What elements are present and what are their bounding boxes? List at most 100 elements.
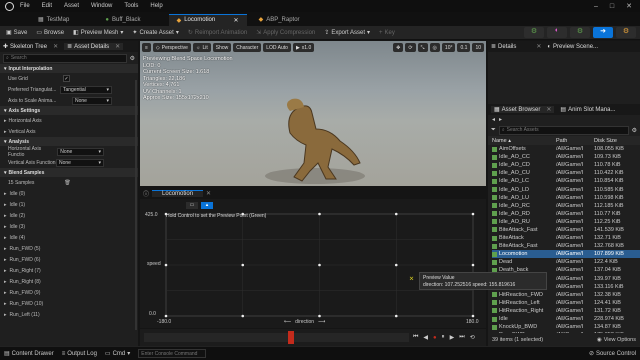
asset-row[interactable]: Idle_AO_LC/All/Game/I 110.854 KiB (492, 177, 640, 185)
asset-row[interactable]: HitReaction_Left/All/Game/I 124.41 KiB (492, 299, 640, 307)
viewport[interactable]: ≡ ◇ Perspective ☼ Lit Show Character LOD A… (140, 41, 486, 186)
skip-back-icon[interactable]: ⏮ (413, 334, 418, 341)
output-log-button[interactable]: ≡ Output Log (62, 351, 97, 357)
sample-item[interactable]: ▸ Idle (3) (0, 221, 138, 232)
tab-anim-slot-manager[interactable]: ▤ Anim Slot Mana... (560, 106, 615, 114)
sample-point[interactable] (318, 314, 321, 318)
close-icon[interactable]: ✕ (546, 106, 551, 113)
menu-item[interactable]: Edit (42, 3, 52, 9)
sample-item[interactable]: ▸ Idle (0) (0, 188, 138, 199)
tab-preview-scene[interactable]: ◐ Preview Scene... (547, 44, 598, 50)
tab-close-icon[interactable]: ✕ (206, 190, 211, 197)
sample-point[interactable] (241, 263, 245, 267)
prop-horizontal-axis[interactable]: ▸ Horizontal Axis (0, 115, 138, 126)
left-scrollbar[interactable] (135, 80, 137, 330)
asset-row[interactable]: Idle_AO_RU/All/Game/I 112.25 KiB (492, 218, 640, 226)
asset-row[interactable]: BiteAttack_Fast/All/Game/I 132.768 KiB (492, 242, 640, 250)
record-icon[interactable]: ● (433, 335, 437, 341)
close-icon[interactable]: ✕ (626, 2, 632, 10)
asset-row[interactable]: Locomotion/All/Game/I 107.899 KiB (492, 250, 640, 259)
asset-row[interactable]: Idle_AO_CU/All/Game/I 110.422 KiB (492, 169, 640, 177)
prop-vertical-axis[interactable]: ▸ Vertical Axis (0, 126, 138, 137)
sample-point[interactable] (164, 263, 168, 267)
timeline-playhead[interactable] (288, 331, 294, 344)
step-back-icon[interactable]: ◀ (423, 334, 428, 341)
pause-icon[interactable]: ⏸ (442, 334, 445, 341)
skip-forward-icon[interactable]: ⏭ (459, 334, 464, 341)
sample-item[interactable]: ▸ Run_Right (8) (0, 276, 138, 287)
close-icon[interactable]: ✕ (53, 43, 58, 50)
export-asset-button[interactable]: ⇪ Export Asset ▾ (320, 27, 374, 39)
blendspace-grid[interactable]: ✕ (140, 208, 486, 328)
sample-point[interactable] (471, 263, 475, 267)
maximize-icon[interactable]: □ (610, 3, 614, 10)
console-input[interactable]: Enter Console Command (138, 349, 207, 358)
animation-mode-icon[interactable]: ⚙ (570, 27, 590, 38)
sample-point[interactable] (394, 263, 398, 267)
tab-locomotion[interactable]: ◆ Locomotion ✕ (168, 13, 247, 26)
asset-row[interactable]: Dead/All/Game/I 122.4 KiB (492, 258, 640, 266)
asset-search-input[interactable]: ⌕ Search Assets (498, 125, 629, 135)
asset-row[interactable]: BiteAttack/All/Game/I 132.71 KiB (492, 234, 640, 242)
sample-item[interactable]: ▸ Idle (4) (0, 232, 138, 243)
sample-item[interactable]: ▸ Run_FWD (6) (0, 254, 138, 265)
asset-row[interactable]: Idle_AO_LU/All/Game/I 110.598 KiB (492, 194, 640, 202)
column-name[interactable]: Name ▴ (492, 138, 556, 144)
history-back-icon[interactable]: ◂ (492, 116, 495, 123)
view-options-button[interactable]: ◉ View Options (597, 337, 636, 343)
tab-details[interactable]: ≣ Details ✕ (491, 43, 541, 51)
asset-row[interactable]: HitReaction_FWD/All/Game/I 132.38 KiB (492, 291, 640, 299)
blueprint-mode-icon[interactable]: ➜ (593, 27, 613, 38)
apply-compression-button[interactable]: ⇲ Apply Compression (252, 27, 319, 39)
sample-point[interactable] (318, 263, 321, 267)
asset-row[interactable]: Idle_AO_CD/All/Game/I 110.78 KiB (492, 161, 640, 169)
search-input[interactable]: ⌕ Search (3, 53, 127, 63)
section-input-interpolation[interactable]: ▾ Input Interpolation (0, 64, 138, 73)
create-asset-button[interactable]: ✦ Create Asset ▾ (128, 27, 182, 39)
loop-icon[interactable]: ⟲ (470, 334, 475, 341)
trash-icon[interactable]: 🗑 (64, 180, 70, 186)
section-axis-settings[interactable]: ▾ Axis Settings (0, 106, 138, 115)
reimport-button[interactable]: ↻ Reimport Animation (184, 27, 251, 39)
unreal-logo-icon[interactable] (5, 1, 14, 11)
skeleton-mode-icon[interactable]: ⚙ (524, 27, 544, 38)
sample-point[interactable] (164, 314, 168, 318)
sample-item[interactable]: ▸ Idle (2) (0, 210, 138, 221)
menu-item[interactable]: File (20, 3, 30, 9)
history-forward-icon[interactable]: ▸ (499, 116, 502, 123)
asset-row[interactable]: KnockUp_BWD/All/Game/I 134.87 KiB (492, 323, 640, 331)
menu-item[interactable]: Help (150, 3, 162, 9)
column-path[interactable]: Path (556, 138, 594, 144)
menu-item[interactable]: Asset (64, 3, 79, 9)
step-forward-icon[interactable]: ▶ (450, 334, 455, 341)
save-button[interactable]: ▣ Save (2, 27, 31, 39)
blendspace-tab[interactable]: Locomotion (152, 190, 204, 197)
asset-row[interactable]: Idle/All/Game/I 228.974 KiB (492, 315, 640, 323)
asset-row[interactable]: Idle_AO_RC/All/Game/I 112.185 KiB (492, 202, 640, 210)
asset-row[interactable]: AimOffsets/All/Game/I 108.055 KiB (492, 145, 640, 153)
close-icon[interactable]: ✕ (536, 43, 541, 50)
sample-point[interactable] (394, 212, 398, 216)
sample-point[interactable] (471, 314, 475, 318)
tab-asset-details[interactable]: ≣ Asset Details ✕ (64, 43, 124, 50)
asset-row[interactable]: Idle_AO_RD/All/Game/I 110.77 KiB (492, 210, 640, 218)
sample-item[interactable]: ▸ Idle (1) (0, 199, 138, 210)
vertical-function-select[interactable]: None ▾ (56, 158, 104, 167)
close-icon[interactable]: ✕ (115, 43, 120, 50)
sample-point[interactable] (241, 314, 245, 318)
filter-icon[interactable]: ⏷ (491, 127, 496, 134)
asset-row[interactable]: Idle_AO_CC/All/Game/I 109.73 KiB (492, 153, 640, 161)
sample-point[interactable] (394, 314, 398, 318)
minimize-icon[interactable]: – (594, 3, 598, 10)
mesh-mode-icon[interactable]: ◐ (547, 27, 567, 38)
section-blend-samples[interactable]: ▾ Blend Samples (0, 168, 138, 177)
sample-item[interactable]: ▸ Run_FWD (10) (0, 298, 138, 309)
physics-mode-icon[interactable]: ⚙ (616, 27, 636, 38)
preferred-triangulation-select[interactable]: Tangential ▾ (60, 85, 112, 94)
tab-abp-raptor[interactable]: ◆ ABP_Raptor (251, 14, 308, 26)
use-grid-checkbox[interactable]: ✓ (63, 75, 70, 82)
settings-icon[interactable]: ⚙ (130, 55, 135, 62)
horizontal-function-select[interactable]: None ▾ (57, 147, 104, 156)
settings-icon[interactable]: ⚙ (632, 127, 637, 134)
cmd-button[interactable]: ▭ Cmd ▾ (105, 350, 130, 358)
